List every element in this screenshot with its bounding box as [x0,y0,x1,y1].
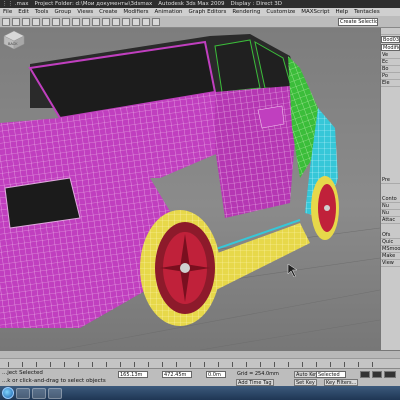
link-icon[interactable] [22,17,30,26]
menu-create[interactable]: Create [99,9,117,15]
panel-label-none-2[interactable]: Nu [381,210,400,217]
rear-wheel [311,176,339,240]
material-editor-icon[interactable] [142,17,150,26]
panel-label-preview: Pre [381,177,400,184]
angle-snap-icon[interactable] [112,17,120,26]
modifier-stack-item-element[interactable]: Ele [381,80,400,87]
modifier-stack-item-vertex[interactable]: Ve [381,52,400,59]
menu-file[interactable]: File [3,9,12,15]
quickslice-button[interactable]: Quic [381,239,400,246]
menu-views[interactable]: Views [77,9,93,15]
menu-graph-editors[interactable]: Graph Editors [189,9,227,15]
rotate-icon[interactable] [82,17,90,26]
panel-label-none-1[interactable]: Nu [381,203,400,210]
panel-label-offset: Ofs [381,232,400,239]
modifier-stack-item-edge[interactable]: Ec [381,59,400,66]
modifier-stack-item-polygon[interactable]: Po [381,73,400,80]
prompt-line: ...k or click-and-drag to select objects [2,378,106,384]
menu-group[interactable]: Group [54,9,71,15]
panel-label-constrain: Conto [381,196,400,203]
taskbar-app-media-icon[interactable] [48,387,62,399]
menu-help[interactable]: Help [336,9,349,15]
taskbar-app-3dsmax-icon[interactable] [32,387,46,399]
msmooth-button[interactable]: MSmoo [381,246,400,253]
taskbar-app-explorer-icon[interactable] [16,387,30,399]
title-bar: ⋮⋮ .max Project Folder: d:\Мои документы… [0,0,400,8]
perspective-viewport[interactable]: BACK [0,28,380,350]
go-to-start-icon[interactable] [360,371,370,378]
menu-maxscript[interactable]: MAXScript [301,9,329,15]
move-icon[interactable] [72,17,80,26]
redo-icon[interactable] [12,17,20,26]
set-key-button[interactable]: Set Key [294,379,317,386]
snap-icon[interactable] [102,17,110,26]
time-slider[interactable] [0,350,400,358]
make-planar-button[interactable]: Make [381,253,400,260]
unlink-icon[interactable] [32,17,40,26]
scale-icon[interactable] [92,17,100,26]
mirror-icon[interactable] [122,17,130,26]
menu-animation[interactable]: Animation [155,9,183,15]
menu-tentacles[interactable]: Tentacles [354,9,380,15]
main-toolbar: Create Selection Set [0,16,400,28]
command-panel: Bod03 Modifier L Ve Ec Bo Po Ele Pre Con… [380,28,400,350]
select-by-name-icon[interactable] [52,17,60,26]
z-coordinate-field[interactable]: 0.0m [206,371,226,378]
title-display-mode: Display : Direct 3D [230,1,283,7]
title-app-name: Autodesk 3ds Max 2009 [158,1,225,7]
side-mirror [257,105,285,129]
front-wheel [140,210,220,326]
go-to-end-icon[interactable] [384,371,396,378]
track-bar[interactable] [0,358,400,368]
system-tray [368,388,398,399]
title-filename: ⋮⋮ .max [2,1,29,7]
track-bar-ticks [8,362,380,367]
grid-size-label: Grid = 254.0mm [236,371,280,378]
align-icon[interactable] [132,17,140,26]
menu-bar: File Edit Tools Group Views Create Modif… [0,8,400,16]
object-name-field[interactable]: Bod03 [381,36,400,43]
viewcube-icon[interactable]: BACK [0,28,28,50]
menu-edit[interactable]: Edit [18,9,29,15]
render-icon[interactable] [152,17,160,26]
windows-taskbar [0,386,400,400]
attach-button[interactable]: Attac [381,217,400,224]
selection-status: ...ject Selected [2,370,43,376]
rectangular-selection-icon[interactable] [62,17,70,26]
menu-modifiers[interactable]: Modifiers [123,9,148,15]
select-object-icon[interactable] [42,17,50,26]
menu-tools[interactable]: Tools [35,9,49,15]
y-coordinate-field[interactable]: 472.45m [162,371,192,378]
car-wireframe-model [0,34,380,350]
panel-tabs[interactable] [381,28,400,35]
modifier-stack-item-border[interactable]: Bo [381,66,400,73]
menu-rendering[interactable]: Rendering [232,9,260,15]
windows-orb-icon[interactable] [2,387,14,399]
undo-icon[interactable] [2,17,10,26]
add-time-tag-button[interactable]: Add Time Tag [236,379,274,386]
selection-set-dropdown[interactable]: Create Selection Set [338,17,378,26]
menu-customize[interactable]: Customize [266,9,295,15]
play-icon[interactable] [372,371,382,378]
key-filters-button[interactable]: Key Filters... [324,379,359,386]
x-coordinate-field[interactable]: 165.13m [118,371,148,378]
view-align-button[interactable]: View [381,260,400,267]
title-project-folder: Project Folder: d:\Мои документы\3dsmax [34,1,153,7]
selected-set-dropdown[interactable]: Selected [316,371,346,378]
modifier-list-dropdown[interactable]: Modifier L [381,44,400,51]
status-bar: ...ject Selected ...k or click-and-drag … [0,368,400,386]
viewcube-label: BACK [8,42,18,46]
